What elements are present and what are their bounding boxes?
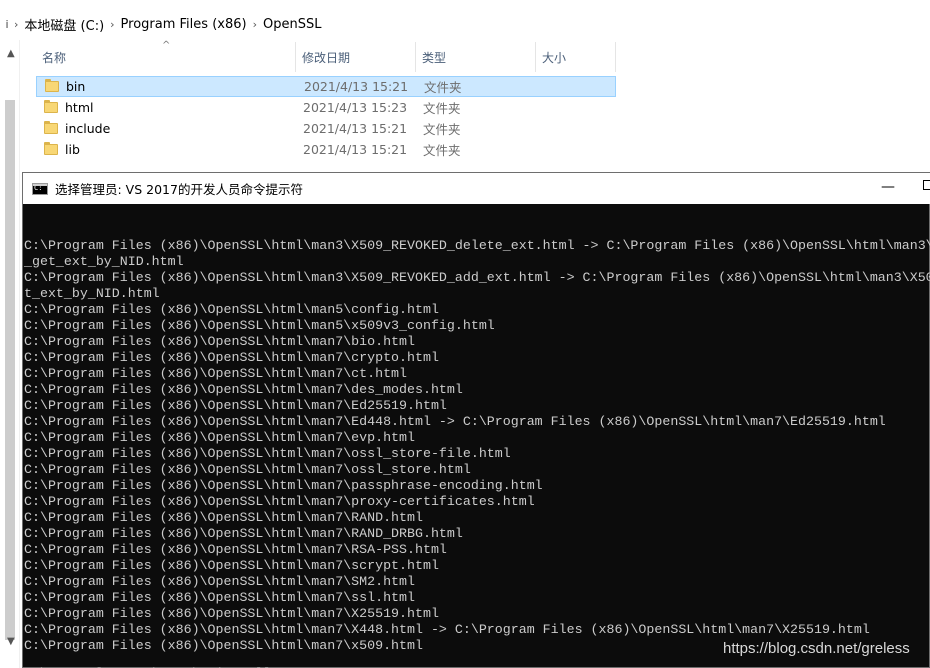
console-title: 选择管理员: VS 2017的开发人员命令提示符 bbox=[55, 182, 303, 197]
breadcrumb-local-disk[interactable]: 本地磁盘 (C:) bbox=[18, 15, 110, 34]
breadcrumb-openssl[interactable]: OpenSSL bbox=[257, 17, 327, 32]
column-header-size-label: 大小 bbox=[542, 50, 567, 65]
terminal-line: C:\Program Files (x86)\OpenSSL\html\man7… bbox=[24, 414, 886, 429]
column-header-date-label: 修改日期 bbox=[302, 50, 351, 65]
file-row-bin[interactable]: bin 2021/4/13 15:21 文件夹 bbox=[36, 76, 616, 97]
terminal-line: C:\Program Files (x86)\OpenSSL\html\man7… bbox=[24, 334, 415, 349]
file-date: 2021/4/13 15:21 bbox=[303, 121, 408, 136]
scrollbar-thumb[interactable] bbox=[5, 100, 15, 640]
command-prompt-window[interactable]: C: 选择管理员: VS 2017的开发人员命令提示符 — C:\Program… bbox=[22, 172, 930, 668]
file-type: 文件夹 bbox=[424, 80, 462, 95]
column-header-type[interactable]: 类型 bbox=[416, 42, 536, 72]
terminal-line: C:\Program Files (x86)\OpenSSL\html\man7… bbox=[24, 350, 439, 365]
scroll-down-arrow-icon[interactable]: ▼ bbox=[7, 636, 15, 647]
command-prompt-icon: C: bbox=[32, 182, 48, 195]
terminal-line: C:\Program Files (x86)\OpenSSL\html\man7… bbox=[24, 462, 471, 477]
terminal-line: C:\Program Files (x86)\OpenSSL\html\man7… bbox=[24, 558, 439, 573]
file-name: lib bbox=[65, 142, 80, 157]
terminal-line: C:\Program Files (x86)\OpenSSL\html\man7… bbox=[24, 542, 447, 557]
terminal-output[interactable]: C:\Program Files (x86)\OpenSSL\html\man3… bbox=[23, 206, 930, 668]
terminal-line: _get_ext_by_NID.html bbox=[24, 254, 184, 269]
terminal-line: C:\Program Files (x86)\OpenSSL\html\man3… bbox=[24, 238, 930, 253]
file-date: 2021/4/13 15:21 bbox=[303, 142, 408, 157]
file-row-lib[interactable]: lib 2021/4/13 15:21 文件夹 bbox=[36, 139, 616, 160]
address-bar[interactable]: i › 本地磁盘 (C:) › Program Files (x86) › Op… bbox=[0, 10, 930, 38]
terminal-line: C:\Program Files (x86)\OpenSSL\html\man7… bbox=[24, 590, 415, 605]
file-name: html bbox=[65, 100, 94, 115]
folder-icon bbox=[44, 142, 58, 155]
watermark: https://blog.csdn.net/greless bbox=[723, 640, 910, 657]
terminal-line: C:\Program Files (x86)\OpenSSL\html\man7… bbox=[24, 446, 511, 461]
terminal-line: C:\Program Files (x86)\OpenSSL\html\man7… bbox=[24, 574, 415, 589]
terminal-line: C:\Program Files (x86)\OpenSSL\html\man5… bbox=[24, 302, 439, 317]
maximize-button[interactable] bbox=[923, 180, 930, 190]
file-date: 2021/4/13 15:21 bbox=[304, 79, 409, 94]
file-row-html[interactable]: html 2021/4/13 15:23 文件夹 bbox=[36, 97, 616, 118]
file-type: 文件夹 bbox=[423, 143, 461, 158]
breadcrumb-program-files[interactable]: Program Files (x86) bbox=[115, 17, 253, 32]
file-type: 文件夹 bbox=[423, 101, 461, 116]
terminal-line: C:\Program Files (x86)\OpenSSL\html\man7… bbox=[24, 606, 439, 621]
column-header-name[interactable]: ^ 名称 bbox=[36, 40, 296, 72]
column-headers: ^ 名称 修改日期 类型 大小 bbox=[36, 40, 616, 72]
console-title-bar[interactable]: C: 选择管理员: VS 2017的开发人员命令提示符 — bbox=[23, 173, 930, 204]
terminal-line: C:\Program Files (x86)\OpenSSL\html\man7… bbox=[24, 478, 543, 493]
folder-icon bbox=[44, 121, 58, 134]
this-pc-icon: i bbox=[5, 17, 9, 31]
terminal-line: C:\Program Files (x86)\OpenSSL\html\man7… bbox=[24, 526, 463, 541]
terminal-line: C:\Program Files (x86)\OpenSSL\html\man7… bbox=[24, 366, 408, 381]
file-row-include[interactable]: include 2021/4/13 15:21 文件夹 bbox=[36, 118, 616, 139]
terminal-line: C:\Program Files (x86)\OpenSSL\html\man7… bbox=[24, 622, 870, 637]
file-name: bin bbox=[66, 79, 86, 94]
file-date: 2021/4/13 15:23 bbox=[303, 100, 408, 115]
minimize-button[interactable]: — bbox=[881, 179, 895, 195]
file-list: bin 2021/4/13 15:21 文件夹 html 2021/4/13 1… bbox=[36, 76, 616, 160]
terminal-line: C:\Program Files (x86)\OpenSSL\html\man7… bbox=[24, 398, 447, 413]
navigation-pane-scrollbar[interactable]: ▲ ▼ bbox=[0, 40, 20, 668]
terminal-line: C:\Program Files (x86)\OpenSSL\html\man7… bbox=[24, 494, 535, 509]
column-header-type-label: 类型 bbox=[422, 50, 447, 65]
terminal-line: C:\Program Files (x86)\OpenSSL\html\man7… bbox=[24, 510, 423, 525]
column-header-name-label: 名称 bbox=[42, 50, 67, 65]
folder-icon bbox=[45, 79, 59, 92]
scroll-up-arrow-icon[interactable]: ▲ bbox=[7, 48, 15, 59]
file-name: include bbox=[65, 121, 111, 136]
terminal-line: C:\Program Files (x86)\OpenSSL\html\man5… bbox=[24, 318, 495, 333]
terminal-line: C:\Program Files (x86)\OpenSSL\html\man7… bbox=[24, 382, 463, 397]
terminal-line: C:\Program Files (x86)\OpenSSL\html\man7… bbox=[24, 430, 415, 445]
terminal-line: C:\Program Files (x86)\OpenSSL\html\man3… bbox=[24, 270, 930, 285]
folder-icon bbox=[44, 100, 58, 113]
terminal-line: t_ext_by_NID.html bbox=[24, 286, 160, 301]
column-header-size[interactable]: 大小 bbox=[536, 42, 616, 72]
sort-ascending-icon: ^ bbox=[162, 40, 171, 51]
file-type: 文件夹 bbox=[423, 122, 461, 137]
file-explorer-window: i › 本地磁盘 (C:) › Program Files (x86) › Op… bbox=[0, 0, 930, 180]
column-header-date[interactable]: 修改日期 bbox=[296, 42, 416, 72]
